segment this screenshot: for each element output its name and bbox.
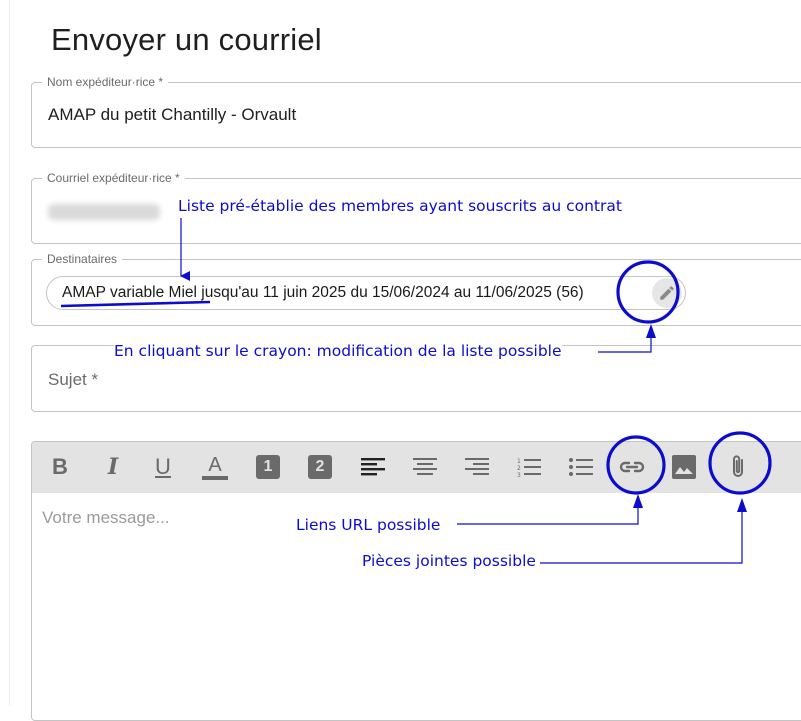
message-placeholder: Votre message... xyxy=(42,508,170,527)
sender-email-value-blurred xyxy=(48,204,160,220)
align-left-button[interactable] xyxy=(358,452,388,482)
svg-text:1: 1 xyxy=(517,458,521,465)
recipient-chip-label: AMAP variable Miel jusqu'au 11 juin 2025… xyxy=(62,284,584,301)
bullet-list-icon xyxy=(569,458,593,476)
align-left-icon xyxy=(361,458,385,476)
page-left-border xyxy=(9,0,10,705)
sender-email-label: Courriel expéditeur·rice * xyxy=(42,171,185,185)
editor-toolbar: B I U A 1 2 1 2 3 xyxy=(32,442,801,493)
svg-text:2: 2 xyxy=(517,465,521,472)
heading-2-icon: 2 xyxy=(308,455,332,479)
text-color-icon: A xyxy=(208,453,222,476)
italic-button[interactable]: I xyxy=(98,452,128,482)
subject-placeholder: Sujet * xyxy=(48,370,99,389)
recipient-chip[interactable]: AMAP variable Miel jusqu'au 11 juin 2025… xyxy=(46,276,686,310)
attachment-icon xyxy=(733,455,743,477)
bold-button[interactable]: B xyxy=(45,452,75,482)
message-editor[interactable]: B I U A 1 2 1 2 3 Votre message... xyxy=(31,441,801,721)
align-center-icon xyxy=(413,458,437,475)
link-icon xyxy=(619,461,645,473)
edit-recipients-button[interactable] xyxy=(652,278,682,308)
annotation-attachments: Pièces jointes possible xyxy=(362,552,536,570)
page-title: Envoyer un courriel xyxy=(51,22,322,57)
heading-1-icon: 1 xyxy=(256,455,280,479)
underline-button[interactable]: U xyxy=(148,452,178,482)
image-button[interactable] xyxy=(669,452,699,482)
annotation-edit-pencil: En cliquant sur le crayon: modification … xyxy=(114,342,562,360)
bullet-list-button[interactable] xyxy=(566,452,596,482)
ordered-list-button[interactable]: 1 2 3 xyxy=(514,452,544,482)
image-icon xyxy=(672,455,696,479)
text-color-button[interactable]: A xyxy=(200,452,230,482)
italic-icon: I xyxy=(107,454,119,480)
sender-name-label: Nom expéditeur·rice * xyxy=(42,75,169,89)
sender-name-value: AMAP du petit Chantilly - Orvault xyxy=(48,105,297,124)
heading-2-button[interactable]: 2 xyxy=(305,452,335,482)
recipients-label: Destinataires xyxy=(42,252,123,266)
align-right-icon xyxy=(465,458,489,475)
pencil-arrowhead xyxy=(646,324,656,338)
text-color-bar xyxy=(202,475,228,480)
pencil-icon xyxy=(660,286,674,300)
align-center-button[interactable] xyxy=(410,452,440,482)
attachment-button[interactable] xyxy=(723,452,753,482)
heading-1-button[interactable]: 1 xyxy=(253,452,283,482)
recipients-field: Destinataires AMAP variable Miel jusqu'a… xyxy=(31,252,801,326)
ordered-list-icon: 1 2 3 xyxy=(517,458,541,479)
annotation-recipients-list: Liste pré-établie des membres ayant sous… xyxy=(178,197,622,215)
annotation-links: Liens URL possible xyxy=(296,516,441,534)
link-button[interactable] xyxy=(617,452,647,482)
svg-text:3: 3 xyxy=(517,472,521,479)
underline-icon: U xyxy=(155,454,171,479)
sender-name-field[interactable]: Nom expéditeur·rice * AMAP du petit Chan… xyxy=(31,75,801,148)
bold-icon: B xyxy=(52,454,68,479)
align-right-button[interactable] xyxy=(462,452,492,482)
